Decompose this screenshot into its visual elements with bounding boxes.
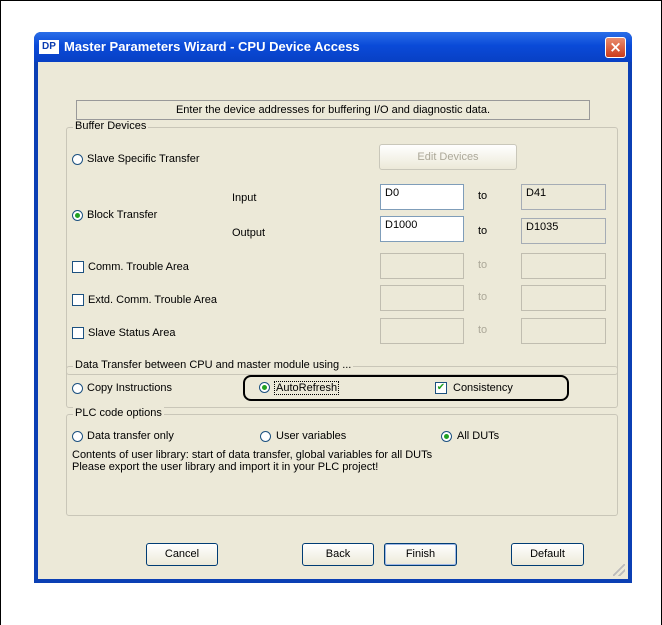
- plc-description-line2: Please export the user library and impor…: [72, 461, 379, 473]
- plc-options-legend: PLC code options: [73, 407, 164, 419]
- buffer-devices-group: Buffer Devices Slave Specific Transfer E…: [66, 120, 618, 375]
- wizard-window: DP Master Parameters Wizard - CPU Device…: [34, 32, 632, 583]
- output-start-field[interactable]: D1000: [380, 216, 464, 242]
- slave-status-label[interactable]: Slave Status Area: [88, 327, 175, 339]
- copy-instructions-label[interactable]: Copy Instructions: [87, 382, 172, 394]
- back-button[interactable]: Back: [302, 543, 374, 566]
- slave-status-end-field: [521, 318, 606, 344]
- title-bar[interactable]: DP Master Parameters Wizard - CPU Device…: [34, 32, 632, 62]
- all-duts-label[interactable]: All DUTs: [457, 430, 499, 442]
- edit-devices-button[interactable]: Edit Devices: [379, 144, 517, 170]
- frame-left-border: [0, 0, 1, 625]
- comm-trouble-start-field: [380, 253, 464, 279]
- extd-comm-trouble-start-field: [380, 285, 464, 311]
- slave-status-checkbox[interactable]: [72, 327, 84, 339]
- comm-trouble-end-field: [521, 253, 606, 279]
- slave-status-start-field: [380, 318, 464, 344]
- close-icon[interactable]: ×: [605, 37, 626, 58]
- output-label: Output: [232, 227, 266, 239]
- input-start-field[interactable]: D0: [380, 184, 464, 210]
- extd-comm-trouble-checkbox[interactable]: [72, 294, 84, 306]
- copy-instructions-radio[interactable]: [72, 383, 83, 394]
- block-transfer-label[interactable]: Block Transfer: [87, 209, 157, 221]
- buffer-devices-legend: Buffer Devices: [73, 120, 149, 132]
- consistency-checkbox[interactable]: ✔: [435, 382, 447, 394]
- data-transfer-only-label[interactable]: Data transfer only: [87, 430, 174, 442]
- comm-trouble-to-label: to: [478, 259, 488, 271]
- default-button[interactable]: Default: [511, 543, 584, 566]
- slave-specific-radio[interactable]: [72, 154, 83, 165]
- plc-options-group: PLC code options Data transfer only User…: [66, 407, 618, 516]
- data-transfer-legend: Data Transfer between CPU and master mod…: [73, 359, 354, 371]
- output-to-label: to: [478, 225, 488, 237]
- user-variables-label[interactable]: User variables: [276, 430, 346, 442]
- plc-description-line1: Contents of user library: start of data …: [72, 449, 433, 461]
- comm-trouble-checkbox[interactable]: [72, 261, 84, 273]
- input-label: Input: [232, 192, 257, 204]
- info-banner: Enter the device addresses for buffering…: [76, 100, 590, 120]
- slave-status-to-label: to: [478, 324, 488, 336]
- slave-specific-text: Slave Specific Transfer: [87, 153, 200, 165]
- output-end-field: D1035: [521, 218, 606, 244]
- resize-grip-icon[interactable]: [613, 564, 625, 576]
- input-end-field: D41: [521, 184, 606, 210]
- consistency-label[interactable]: Consistency: [453, 382, 513, 394]
- extd-comm-trouble-to-label: to: [478, 291, 488, 303]
- autorefresh-radio[interactable]: [259, 382, 270, 393]
- data-transfer-only-radio[interactable]: [72, 431, 83, 442]
- data-transfer-group: Data Transfer between CPU and master mod…: [66, 359, 618, 408]
- cancel-button[interactable]: Cancel: [146, 543, 218, 566]
- user-variables-radio[interactable]: [260, 431, 271, 442]
- slave-specific-label[interactable]: Slave Specific Transfer: [87, 153, 200, 165]
- extd-comm-trouble-end-field: [521, 285, 606, 311]
- finish-button[interactable]: Finish: [384, 543, 457, 566]
- input-to-label: to: [478, 190, 488, 202]
- frame-top-border: [0, 0, 662, 1]
- comm-trouble-label[interactable]: Comm. Trouble Area: [88, 261, 189, 273]
- all-duts-radio[interactable]: [441, 431, 452, 442]
- autorefresh-label[interactable]: AutoRefresh: [274, 381, 340, 395]
- window-title: Master Parameters Wizard - CPU Device Ac…: [64, 39, 360, 54]
- extd-comm-trouble-label[interactable]: Extd. Comm. Trouble Area: [88, 294, 217, 306]
- block-transfer-radio[interactable]: [72, 210, 83, 221]
- dialog-body: Enter the device addresses for buffering…: [38, 62, 628, 579]
- dp-app-icon: DP: [39, 40, 59, 54]
